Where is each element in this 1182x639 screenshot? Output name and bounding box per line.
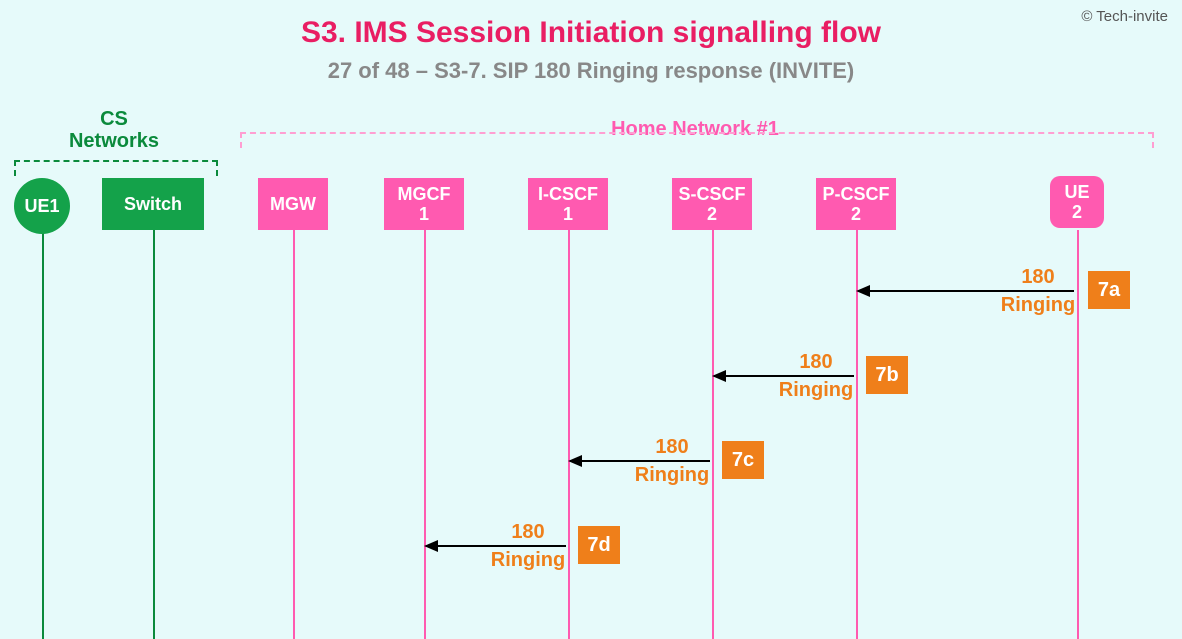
lifeline-scscf2 — [712, 230, 714, 639]
diagram-title: S3. IMS Session Initiation signalling fl… — [0, 0, 1182, 50]
message-label-7c-top: 180 — [622, 436, 722, 458]
participant-ue1: UE1 — [14, 178, 70, 234]
message-arrow-7d — [426, 545, 566, 547]
message-arrow-7c — [570, 460, 710, 462]
lifeline-ue2 — [1077, 230, 1079, 639]
message-label-7a-bottom: Ringing — [988, 294, 1088, 316]
step-badge-7b: 7b — [866, 356, 908, 394]
lifeline-switch — [153, 230, 155, 639]
participant-scscf2: S-CSCF2 — [672, 178, 752, 230]
participant-mgcf1: MGCF1 — [384, 178, 464, 230]
step-badge-7a: 7a — [1088, 271, 1130, 309]
lifeline-mgcf1 — [424, 230, 426, 639]
copyright-text: © Tech-invite — [1081, 8, 1168, 25]
step-badge-7c: 7c — [722, 441, 764, 479]
message-label-7a-top: 180 — [988, 266, 1088, 288]
group-label-cs: CSNetworks — [14, 108, 214, 152]
message-arrow-7b — [714, 375, 854, 377]
message-label-7b-bottom: Ringing — [766, 379, 866, 401]
diagram-subtitle: 27 of 48 – S3-7. SIP 180 Ringing respons… — [0, 50, 1182, 84]
participant-ue2: UE2 — [1050, 176, 1104, 228]
lifeline-icscf1 — [568, 230, 570, 639]
sequence-area: UE1 Switch MGW MGCF1 I-CSCF1 S-CSCF2 P-C… — [0, 178, 1182, 639]
message-label-7d-top: 180 — [478, 521, 578, 543]
participant-mgw: MGW — [258, 178, 328, 230]
group-bracket-home — [240, 132, 1154, 148]
participant-switch: Switch — [102, 178, 204, 230]
lifeline-ue1 — [42, 230, 44, 639]
step-badge-7d: 7d — [578, 526, 620, 564]
message-label-7b-top: 180 — [766, 351, 866, 373]
message-label-7d-bottom: Ringing — [478, 549, 578, 571]
message-arrow-7a — [858, 290, 1074, 292]
lifeline-mgw — [293, 230, 295, 639]
message-label-7c-bottom: Ringing — [622, 464, 722, 486]
participant-pcscf2: P-CSCF2 — [816, 178, 896, 230]
group-bracket-cs — [14, 160, 218, 176]
participant-icscf1: I-CSCF1 — [528, 178, 608, 230]
